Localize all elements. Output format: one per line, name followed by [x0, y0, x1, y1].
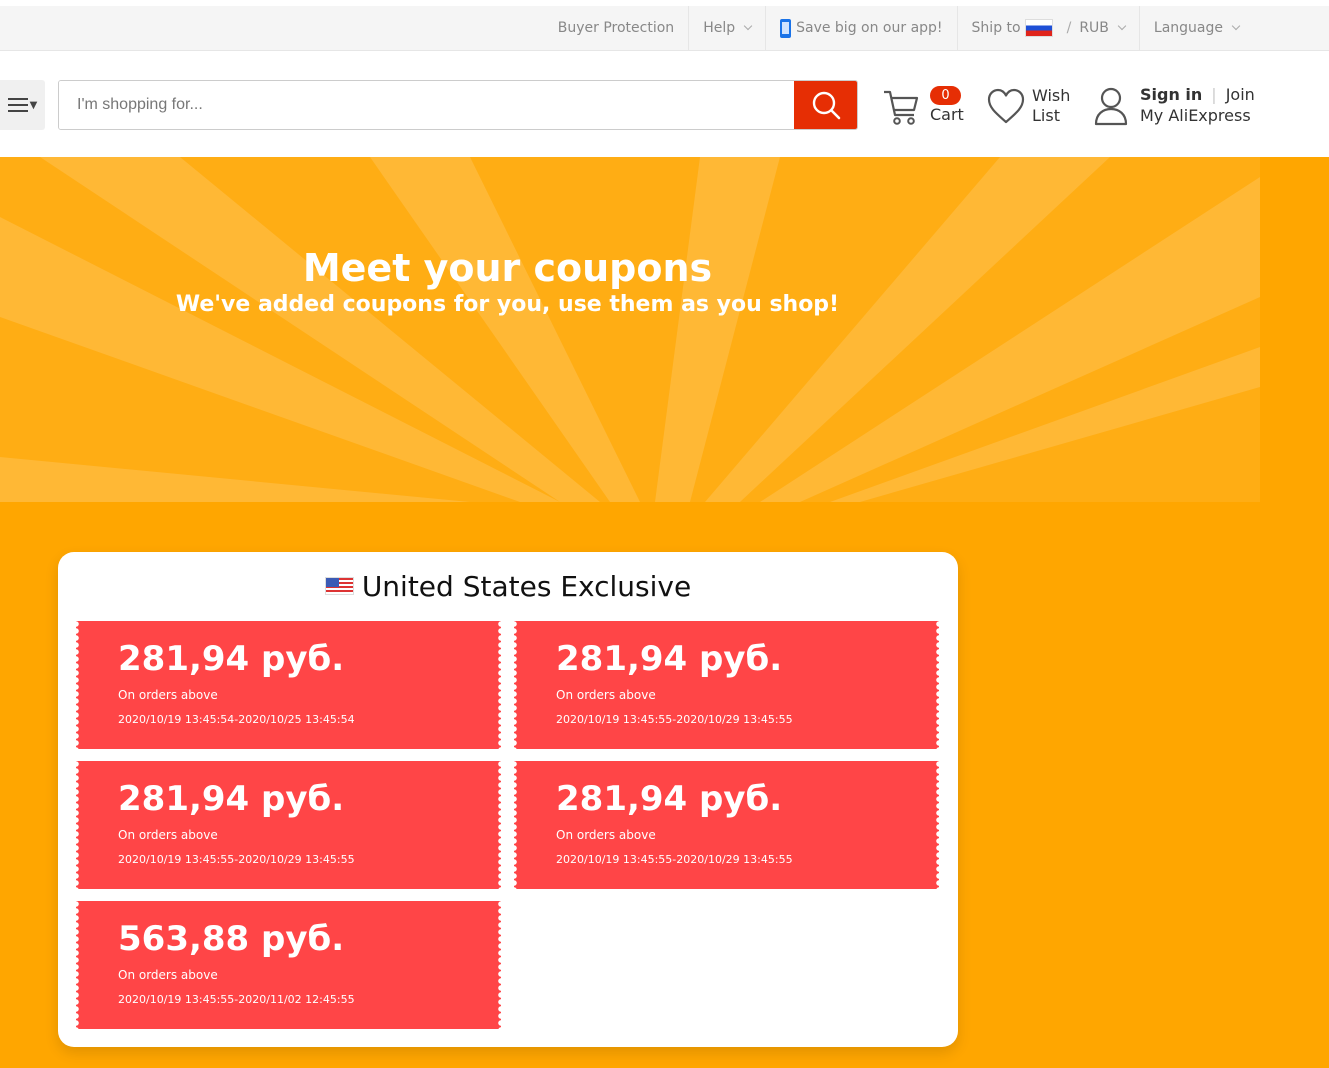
- coupon-edge: [511, 621, 517, 749]
- top-bar: Buyer Protection Help Save big on our ap…: [0, 0, 1329, 51]
- coupons-panel: United States Exclusive 281,94 руб. On o…: [58, 552, 958, 1047]
- search-button[interactable]: [794, 81, 857, 129]
- coupon-edge: [73, 901, 79, 1029]
- coupon-edge: [498, 901, 504, 1029]
- ship-to-label: Ship to: [971, 20, 1021, 36]
- hero-title: Meet your coupons: [302, 246, 713, 290]
- us-flag-icon: [324, 577, 354, 595]
- cart-button[interactable]: 0 Cart: [882, 84, 972, 129]
- header: ▼ 0 Cart Wish List: [0, 51, 1329, 157]
- coupon-amount: 281,94 руб.: [556, 779, 783, 819]
- hero-subtitle: We've added coupons for you, use them as…: [175, 292, 840, 317]
- language-menu[interactable]: Language: [1138, 6, 1329, 50]
- coupon-validity: 2020/10/19 13:45:54-2020/10/25 13:45:54: [118, 713, 355, 726]
- search-bar: [58, 80, 858, 130]
- coupon-condition: On orders above: [118, 968, 218, 982]
- my-aliexpress-link[interactable]: My AliExpress: [1140, 106, 1251, 125]
- buyer-protection-link[interactable]: Buyer Protection: [544, 6, 688, 50]
- cart-icon: [884, 90, 919, 125]
- cart-label: Cart: [930, 105, 964, 124]
- caret-down-icon: ▼: [29, 99, 38, 111]
- chevron-down-icon: [1117, 21, 1127, 31]
- currency-label: RUB: [1079, 20, 1109, 36]
- coupon-condition: On orders above: [556, 828, 656, 842]
- coupon-card[interactable]: 281,94 руб. On orders above 2020/10/19 1…: [511, 621, 942, 749]
- coupon-validity: 2020/10/19 13:45:55-2020/10/29 13:45:55: [556, 713, 793, 726]
- sunburst-background: [0, 157, 1260, 502]
- sign-in-link[interactable]: Sign in: [1140, 85, 1202, 104]
- coupon-amount: 281,94 руб.: [118, 639, 345, 679]
- coupon-condition: On orders above: [556, 688, 656, 702]
- menu-icon: [7, 98, 28, 112]
- chevron-down-icon: [743, 21, 753, 31]
- coupon-edge: [936, 761, 942, 889]
- search-input[interactable]: [59, 81, 796, 129]
- account-menu: Sign in | Join My AliExpress: [1094, 84, 1294, 129]
- coupon-card[interactable]: 281,94 руб. On orders above 2020/10/19 1…: [511, 761, 942, 889]
- ship-to-menu[interactable]: Ship to / RUB: [956, 6, 1139, 50]
- categories-menu-button[interactable]: ▼: [0, 80, 45, 130]
- panel-title: United States Exclusive: [58, 566, 958, 606]
- coupon-amount: 281,94 руб.: [118, 779, 345, 819]
- coupon-amount: 563,88 руб.: [118, 919, 345, 959]
- coupon-condition: On orders above: [118, 688, 218, 702]
- user-icon: [1094, 87, 1128, 126]
- ship-to-separator: /: [1066, 20, 1072, 36]
- wish-list-label: Wish List: [1032, 86, 1082, 126]
- coupon-card[interactable]: 281,94 руб. On orders above 2020/10/19 1…: [73, 761, 504, 889]
- buyer-protection-label: Buyer Protection: [557, 20, 675, 36]
- help-menu[interactable]: Help: [688, 6, 765, 50]
- coupon-card[interactable]: 563,88 руб. On orders above 2020/10/19 1…: [73, 901, 504, 1029]
- coupon-edge: [498, 761, 504, 889]
- russia-flag-icon: [1024, 19, 1053, 37]
- wish-list-label-line1: Wish: [1032, 86, 1071, 105]
- join-link[interactable]: Join: [1226, 85, 1255, 104]
- account-links: Sign in | Join: [1140, 85, 1255, 104]
- wish-list-label-line2: List: [1032, 106, 1060, 125]
- search-icon: [812, 91, 840, 120]
- divider: |: [1211, 85, 1217, 104]
- language-label: Language: [1153, 20, 1223, 36]
- coupon-edge: [936, 621, 942, 749]
- cart-count-badge: 0: [930, 86, 961, 105]
- coupon-condition: On orders above: [118, 828, 218, 842]
- coupon-validity: 2020/10/19 13:45:55-2020/11/02 12:45:55: [118, 993, 355, 1006]
- hero-banner: Meet your coupons We've added coupons fo…: [0, 157, 1329, 502]
- coupon-validity: 2020/10/19 13:45:55-2020/10/29 13:45:55: [118, 853, 355, 866]
- coupon-edge: [511, 761, 517, 889]
- app-promo-link[interactable]: Save big on our app!: [765, 6, 956, 50]
- coupon-validity: 2020/10/19 13:45:55-2020/10/29 13:45:55: [556, 853, 793, 866]
- wish-list-button[interactable]: Wish List: [987, 84, 1082, 129]
- coupon-edge: [498, 621, 504, 749]
- coupon-card[interactable]: 281,94 руб. On orders above 2020/10/19 1…: [73, 621, 504, 749]
- help-label: Help: [703, 20, 736, 36]
- panel-title-text: United States Exclusive: [361, 569, 692, 603]
- coupon-amount: 281,94 руб.: [556, 639, 783, 679]
- phone-icon: [780, 18, 792, 38]
- coupon-edge: [73, 761, 79, 889]
- app-promo-label: Save big on our app!: [796, 20, 943, 36]
- chevron-down-icon: [1231, 21, 1241, 31]
- coupon-edge: [73, 621, 79, 749]
- heart-icon: [987, 88, 1025, 124]
